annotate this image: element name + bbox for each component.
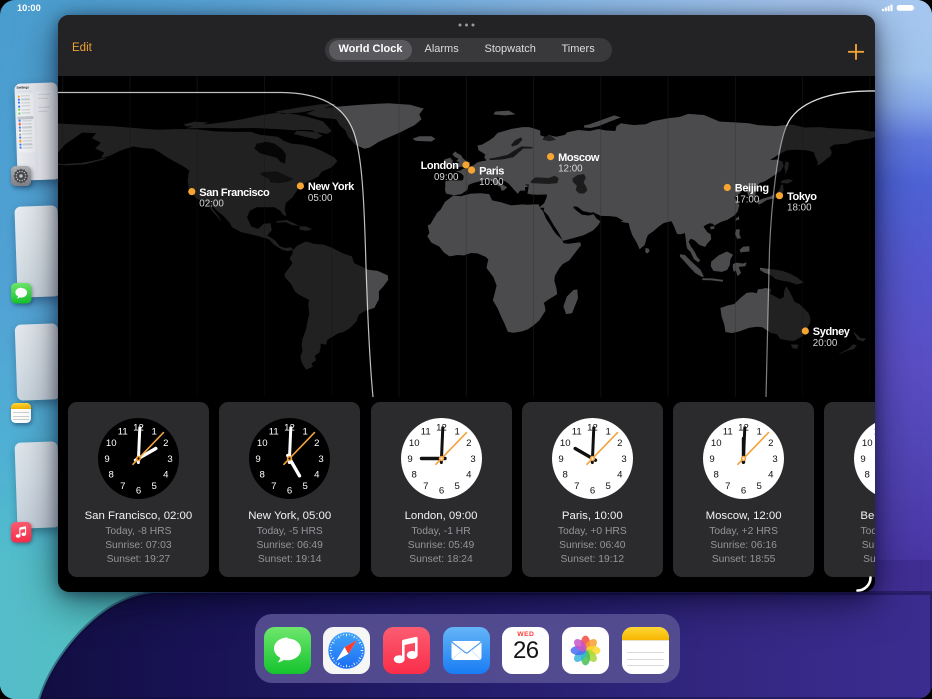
svg-text:Beijing: Beijing xyxy=(735,183,769,195)
svg-text:2: 2 xyxy=(617,438,622,449)
svg-text:09:00: 09:00 xyxy=(434,172,459,183)
svg-text:4: 4 xyxy=(466,470,472,481)
svg-text:7: 7 xyxy=(725,481,730,492)
svg-text:London: London xyxy=(421,160,460,172)
svg-text:6: 6 xyxy=(741,485,746,496)
svg-text:4: 4 xyxy=(768,470,774,481)
svg-text:1: 1 xyxy=(303,427,308,438)
svg-text:3: 3 xyxy=(167,454,172,465)
svg-text:9: 9 xyxy=(709,454,714,465)
svg-text:3: 3 xyxy=(621,454,626,465)
svg-text:8: 8 xyxy=(108,470,113,481)
svg-text:9: 9 xyxy=(407,454,412,465)
svg-text:18:00: 18:00 xyxy=(787,203,812,214)
svg-text:5: 5 xyxy=(454,481,459,492)
svg-text:11: 11 xyxy=(420,427,430,438)
svg-text:Tokyo: Tokyo xyxy=(787,191,817,203)
svg-text:10: 10 xyxy=(711,438,722,449)
svg-text:11: 11 xyxy=(723,427,733,438)
svg-text:2: 2 xyxy=(314,438,319,449)
svg-text:New York: New York xyxy=(308,181,355,193)
svg-text:8: 8 xyxy=(260,470,265,481)
svg-text:7: 7 xyxy=(423,481,428,492)
svg-text:3: 3 xyxy=(772,454,777,465)
svg-text:7: 7 xyxy=(271,481,276,492)
svg-text:02:00: 02:00 xyxy=(199,198,224,209)
svg-text:1: 1 xyxy=(151,427,156,438)
svg-text:9: 9 xyxy=(104,454,109,465)
svg-text:8: 8 xyxy=(865,470,870,481)
svg-text:1: 1 xyxy=(605,427,610,438)
svg-text:6: 6 xyxy=(287,485,292,496)
svg-text:10: 10 xyxy=(257,438,268,449)
svg-text:10: 10 xyxy=(408,438,419,449)
svg-text:8: 8 xyxy=(714,470,719,481)
svg-text:4: 4 xyxy=(617,470,623,481)
svg-text:05:00: 05:00 xyxy=(308,193,333,204)
svg-text:5: 5 xyxy=(757,481,762,492)
svg-text:11: 11 xyxy=(269,427,279,438)
svg-text:Sydney: Sydney xyxy=(813,326,851,338)
svg-text:17:00: 17:00 xyxy=(735,194,760,205)
svg-text:20:00: 20:00 xyxy=(813,338,838,349)
svg-text:2: 2 xyxy=(768,438,773,449)
svg-text:11: 11 xyxy=(118,427,128,438)
svg-text:9: 9 xyxy=(558,454,563,465)
svg-text:10: 10 xyxy=(862,438,873,449)
svg-text:San Francisco: San Francisco xyxy=(199,187,270,199)
svg-text:9: 9 xyxy=(861,454,866,465)
svg-text:3: 3 xyxy=(470,454,475,465)
svg-text:11: 11 xyxy=(874,427,875,438)
svg-text:7: 7 xyxy=(574,481,579,492)
svg-text:2: 2 xyxy=(163,438,168,449)
svg-text:6: 6 xyxy=(136,485,141,496)
svg-text:6: 6 xyxy=(590,485,595,496)
svg-text:8: 8 xyxy=(562,470,567,481)
svg-text:6: 6 xyxy=(438,485,443,496)
svg-text:3: 3 xyxy=(319,454,324,465)
svg-text:2: 2 xyxy=(466,438,471,449)
svg-text:12:00: 12:00 xyxy=(558,163,583,174)
svg-text:1: 1 xyxy=(454,427,459,438)
svg-text:11: 11 xyxy=(572,427,582,438)
svg-text:10: 10 xyxy=(106,438,117,449)
svg-text:5: 5 xyxy=(605,481,610,492)
svg-text:10: 10 xyxy=(560,438,571,449)
svg-text:10:00: 10:00 xyxy=(479,177,504,188)
svg-text:Moscow: Moscow xyxy=(558,152,600,164)
svg-text:8: 8 xyxy=(411,470,416,481)
svg-text:4: 4 xyxy=(163,470,169,481)
svg-text:9: 9 xyxy=(256,454,261,465)
svg-text:5: 5 xyxy=(303,481,308,492)
svg-text:Paris: Paris xyxy=(479,165,504,177)
svg-text:7: 7 xyxy=(120,481,125,492)
svg-text:1: 1 xyxy=(757,427,762,438)
svg-text:5: 5 xyxy=(151,481,156,492)
svg-text:4: 4 xyxy=(314,470,320,481)
